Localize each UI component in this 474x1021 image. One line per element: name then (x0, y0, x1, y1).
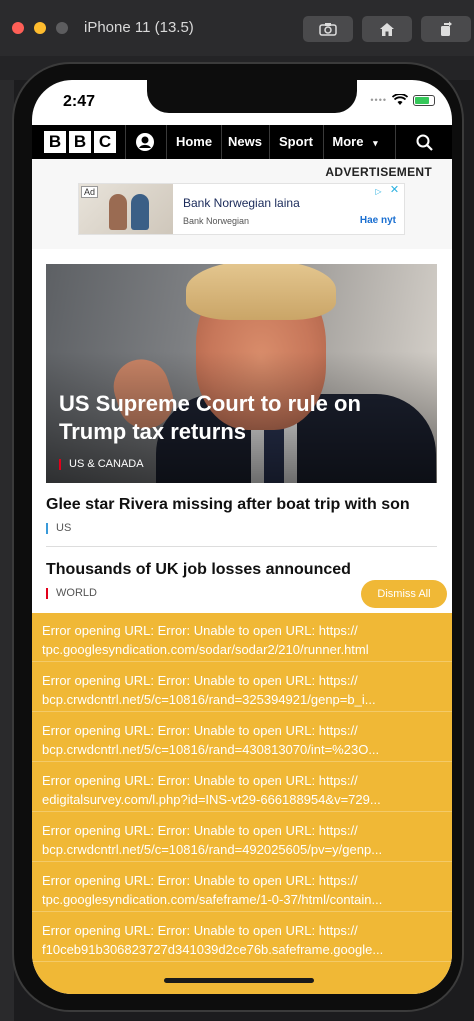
ad-badge: Ad (81, 186, 99, 198)
error-message[interactable]: Error opening URL: Error: Unable to open… (32, 713, 452, 762)
error-message[interactable]: Error opening URL: Error: Unable to open… (32, 913, 452, 962)
search-button[interactable] (396, 125, 452, 159)
error-message-line: Error opening URL: Error: Unable to open… (42, 723, 358, 738)
zoom-window-button[interactable] (56, 22, 68, 34)
nav-news[interactable]: News (222, 125, 268, 159)
battery-icon (413, 94, 435, 106)
ad-banner[interactable]: Ad Bank Norwegian laina Bank Norwegian H… (78, 183, 405, 235)
nav-more-label: More (332, 134, 364, 149)
ad-image-person (131, 194, 149, 230)
error-log-overlay: Error opening URL: Error: Unable to open… (32, 613, 452, 994)
error-message-line: Error opening URL: Error: Unable to open… (42, 623, 358, 638)
search-icon (416, 134, 433, 151)
story-section-tag: WORLD (46, 587, 97, 599)
error-message-line: Error opening URL: Error: Unable to open… (42, 673, 358, 688)
section-color-bar (59, 458, 61, 470)
advertisement-area: ADVERTISEMENT Ad Bank Norwegian laina Ba… (32, 159, 452, 249)
nav-home[interactable]: Home (168, 125, 220, 159)
simulator-title-bar: iPhone 11 (13.5) (0, 0, 474, 57)
status-time: 2:47 (63, 93, 96, 110)
error-message-url: tpc.googlesyndication.com/safeframe/1-0-… (42, 892, 383, 907)
error-message[interactable]: Error opening URL: Error: Unable to open… (32, 813, 452, 862)
bbc-logo-letter: B (44, 131, 66, 153)
error-message-line: Error opening URL: Error: Unable to open… (42, 923, 358, 938)
story-section-label: WORLD (56, 587, 97, 599)
bbc-logo-letter: C (94, 131, 116, 153)
story-divider (46, 546, 437, 547)
error-message[interactable]: Error opening URL: Error: Unable to open… (32, 863, 452, 912)
close-window-button[interactable] (12, 22, 24, 34)
signal-icon: •••• (370, 95, 387, 105)
error-message-url: f10ceb91b306823727d341039d2ce76b.safefra… (42, 942, 384, 957)
phone-notch (147, 80, 357, 113)
home-button[interactable] (362, 16, 412, 42)
error-message-line: Error opening URL: Error: Unable to open… (42, 773, 358, 788)
hero-story[interactable]: US Supreme Court to rule on Trump tax re… (46, 264, 437, 483)
error-message-url: bcp.crwdcntrl.net/5/c=10816/rand=3253949… (42, 692, 376, 707)
ad-title: Bank Norwegian laina (183, 196, 300, 210)
bbc-logo[interactable]: B B C (44, 131, 116, 153)
ad-image-person (109, 194, 127, 230)
account-button[interactable] (126, 125, 164, 159)
home-icon (380, 22, 394, 36)
advertisement-label: ADVERTISEMENT (325, 165, 432, 179)
story-section-tag: US (46, 522, 71, 534)
ad-close-icon[interactable]: ✕ (389, 185, 400, 196)
hero-headline: US Supreme Court to rule on Trump tax re… (59, 391, 361, 444)
minimize-window-button[interactable] (34, 22, 46, 34)
error-message[interactable]: Error opening URL: Error: Unable to open… (32, 763, 452, 812)
dismiss-all-button[interactable]: Dismiss All (361, 580, 447, 608)
ad-advertiser: Bank Norwegian (183, 216, 250, 226)
rotate-button[interactable] (421, 16, 471, 42)
rotate-icon (441, 21, 452, 36)
section-color-bar (46, 587, 48, 599)
chevron-down-icon: ▾ (373, 138, 378, 148)
story-headline[interactable]: Glee star Rivera missing after boat trip… (46, 496, 410, 514)
bbc-navigation-bar: B B C Home News Sport More ▾ (32, 125, 452, 159)
status-icons: •••• (370, 94, 435, 106)
wifi-icon (392, 94, 408, 105)
story-section-label: US (56, 522, 72, 534)
error-message-line: Error opening URL: Error: Unable to open… (42, 873, 358, 888)
nav-sport[interactable]: Sport (270, 125, 322, 159)
user-icon (136, 133, 154, 151)
hero-section-tag: US & CANADA (59, 458, 144, 470)
phone-screen: 2:47 •••• B B C Home News Sport More ▾ A… (32, 80, 452, 994)
home-indicator[interactable] (164, 978, 314, 983)
ad-image: Ad (79, 184, 173, 234)
story-headline[interactable]: Thousands of UK job losses announced (46, 561, 351, 579)
nav-divider (166, 125, 167, 159)
error-message-url: bcp.crwdcntrl.net/5/c=10816/rand=4920256… (42, 842, 383, 857)
error-message-url: tpc.googlesyndication.com/sodar/sodar2/2… (42, 642, 369, 657)
bbc-logo-letter: B (69, 131, 91, 153)
screenshot-icon (319, 23, 337, 36)
ad-cta-link[interactable]: Hae nyt (360, 215, 396, 226)
error-message-line: Error opening URL: Error: Unable to open… (42, 823, 358, 838)
hero-section-label: US & CANADA (69, 458, 144, 470)
adchoices-icon[interactable]: ▷ (373, 186, 384, 197)
screenshot-button[interactable] (303, 16, 353, 42)
hero-image-shade (46, 264, 437, 483)
error-message[interactable]: Error opening URL: Error: Unable to open… (32, 663, 452, 712)
nav-more-menu[interactable]: More ▾ (324, 125, 386, 159)
error-message-url: bcp.crwdcntrl.net/5/c=10816/rand=4308130… (42, 742, 380, 757)
error-message-url: edigitalsurvey.com/l.php?id=INS-vt29-666… (42, 792, 381, 807)
section-color-bar (46, 522, 48, 534)
simulator-title: iPhone 11 (13.5) (84, 19, 194, 36)
error-message[interactable]: Error opening URL: Error: Unable to open… (32, 613, 452, 662)
